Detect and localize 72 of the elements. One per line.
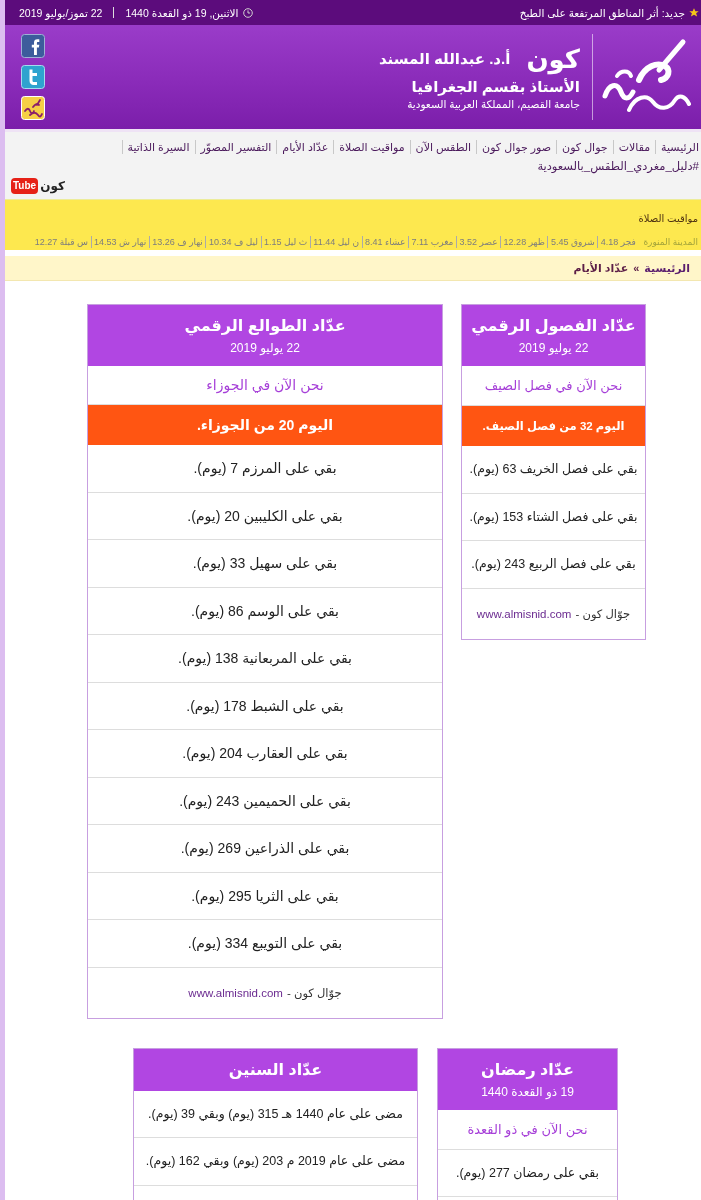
prayer-time: ليل ف 10.34 bbox=[205, 236, 261, 248]
remaining-days-text: بقي على فصل الربيع 243 (يوم). bbox=[471, 557, 636, 571]
prayer-time: مغرب 7.11 bbox=[407, 236, 456, 248]
professor-name: أ.د. عبدالله المسند bbox=[378, 50, 511, 68]
hijri-date: الاثنين, 19 ذو القعدة 1440 bbox=[125, 6, 239, 19]
twitter-icon[interactable] bbox=[21, 65, 45, 89]
website-link[interactable]: www.almisnid.com bbox=[188, 986, 283, 999]
calligraphy-tile-icon[interactable] bbox=[21, 96, 45, 120]
nav-link[interactable]: مواقيت الصلاة bbox=[333, 140, 410, 154]
city-name: المدينة المنورة bbox=[643, 236, 698, 248]
prayer-time: ظهر 12.28 bbox=[500, 236, 548, 248]
prayer-time: ث ليل 1.15 bbox=[260, 236, 310, 248]
today-banner: اليوم 32 من فصل الصيف. bbox=[462, 406, 645, 446]
prayer-time: نهار ش 14.53 bbox=[90, 236, 149, 248]
website-link[interactable]: www.almisnid.com bbox=[476, 607, 572, 620]
today-banner: اليوم 20 من الجوزاء. bbox=[88, 405, 442, 445]
nav-link[interactable]: التفسير المصوّر bbox=[194, 140, 277, 154]
card-title: عدّاد الطوالع الرقمي bbox=[184, 316, 346, 337]
clock-icon bbox=[242, 7, 253, 18]
remaining-days-text: بقي على فصل الخريف 63 (يوم). bbox=[469, 462, 638, 476]
remaining-days-text: بقي على المربعانية 138 (يوم). bbox=[178, 650, 352, 666]
card-date: 19 ذو القعدة 1440 bbox=[481, 1083, 574, 1100]
remaining-days-text: مضى على عام 2019 م 203 (يوم) وبقي 162 (يوم). bbox=[145, 1154, 406, 1168]
breadcrumb-current: عدّاد الأيام bbox=[573, 261, 629, 275]
remaining-days-text: بقي على رمضان 277 (يوم). bbox=[456, 1165, 599, 1180]
nav-link[interactable]: جوال كون bbox=[556, 140, 613, 154]
remaining-days-text: بقي على الكليبين 20 (يوم). bbox=[187, 507, 343, 524]
youtube-logo[interactable]: Tube bbox=[11, 178, 39, 194]
youtube-channel-link[interactable]: كون bbox=[40, 178, 65, 194]
nav-link[interactable]: السيرة الذاتية bbox=[121, 140, 195, 154]
brand-name: كون bbox=[526, 44, 580, 74]
remaining-days-text: بقي على الشبط 178 (يوم). bbox=[186, 697, 344, 714]
remaining-days-text: بقي على فصل الشتاء 153 (يوم). bbox=[469, 509, 638, 524]
prayer-time: عصر 3.52 bbox=[455, 236, 501, 248]
card-title: عدّاد الفصول الرقمي bbox=[471, 316, 636, 337]
remaining-days-text: بقي على الحميمين 243 (يوم). bbox=[179, 792, 351, 809]
facebook-icon[interactable] bbox=[21, 34, 45, 58]
card-date: 22 يوليو 2019 bbox=[518, 340, 589, 356]
remaining-days-text: مضى على عام 1440 هـ 315 (يوم) وبقي 39 (يوم). bbox=[148, 1106, 403, 1121]
remaining-days-text: بقي على الذراعين 269 (يوم). bbox=[180, 840, 350, 856]
card-title: عدّاد السنين bbox=[228, 1059, 323, 1081]
remaining-days-text: بقي على الوسم 86 (يوم). bbox=[191, 602, 339, 619]
university-name: جامعة القصيم، المملكة العربية السعودية bbox=[407, 98, 580, 110]
remaining-days-text: بقي على المرزم 7 (يوم). bbox=[193, 460, 337, 476]
prayer-times-title: مواقيت الصلاة bbox=[638, 213, 698, 224]
prayer-time: ن ليل 11.44 bbox=[309, 236, 362, 248]
prayer-time: شروق 5.45 bbox=[547, 236, 598, 248]
news-headline-link[interactable]: جديد: أثر المناطق المرتفعة على الطبخ bbox=[519, 6, 685, 19]
nav-link[interactable]: مقالات bbox=[612, 140, 656, 154]
nav-link[interactable]: الطقس الآن bbox=[409, 140, 477, 154]
hashtag-link[interactable]: #دليل_مغردي_الطقس_بالسعودية bbox=[537, 159, 699, 174]
current-period-text: نحن الآن في الجوزاء bbox=[206, 377, 324, 393]
card-title: عدّاد رمضان bbox=[481, 1059, 574, 1081]
star-icon bbox=[689, 7, 699, 18]
breadcrumb-link[interactable]: الرئيسية bbox=[644, 261, 690, 275]
nav-link[interactable]: صور جوال كون bbox=[476, 140, 557, 154]
remaining-days-text: بقي على سهيل 33 (يوم). bbox=[192, 555, 338, 571]
remaining-days-text: بقي على العقارب 204 (يوم). bbox=[182, 745, 348, 761]
professor-title: الأستاذ بقسم الجغرافيا bbox=[411, 78, 580, 96]
card-date: 22 يوليو 2019 bbox=[230, 340, 300, 356]
prayer-time: فجر 4.18 bbox=[597, 236, 639, 248]
nav-link[interactable]: عدّاد الأيام bbox=[276, 140, 334, 154]
gregorian-date: 22 تموز/يوليو 2019 bbox=[19, 6, 103, 19]
current-period-text: نحن الآن في ذو القعدة bbox=[467, 1121, 588, 1137]
current-period-text: نحن الآن في فصل الصيف bbox=[484, 378, 623, 393]
prayer-time: س قبلة 12.27 bbox=[33, 236, 89, 248]
prayer-time: نهار ف 13.26 bbox=[148, 236, 206, 248]
breadcrumb-separator: » bbox=[633, 262, 640, 274]
remaining-days-text: بقي على التويبع 334 (يوم). bbox=[187, 935, 343, 951]
nav-link[interactable]: الرئيسية bbox=[655, 140, 701, 154]
remaining-days-text: بقي على الثريا 295 (يوم). bbox=[191, 887, 339, 904]
prayer-time: عشاء 8.41 bbox=[361, 236, 408, 248]
